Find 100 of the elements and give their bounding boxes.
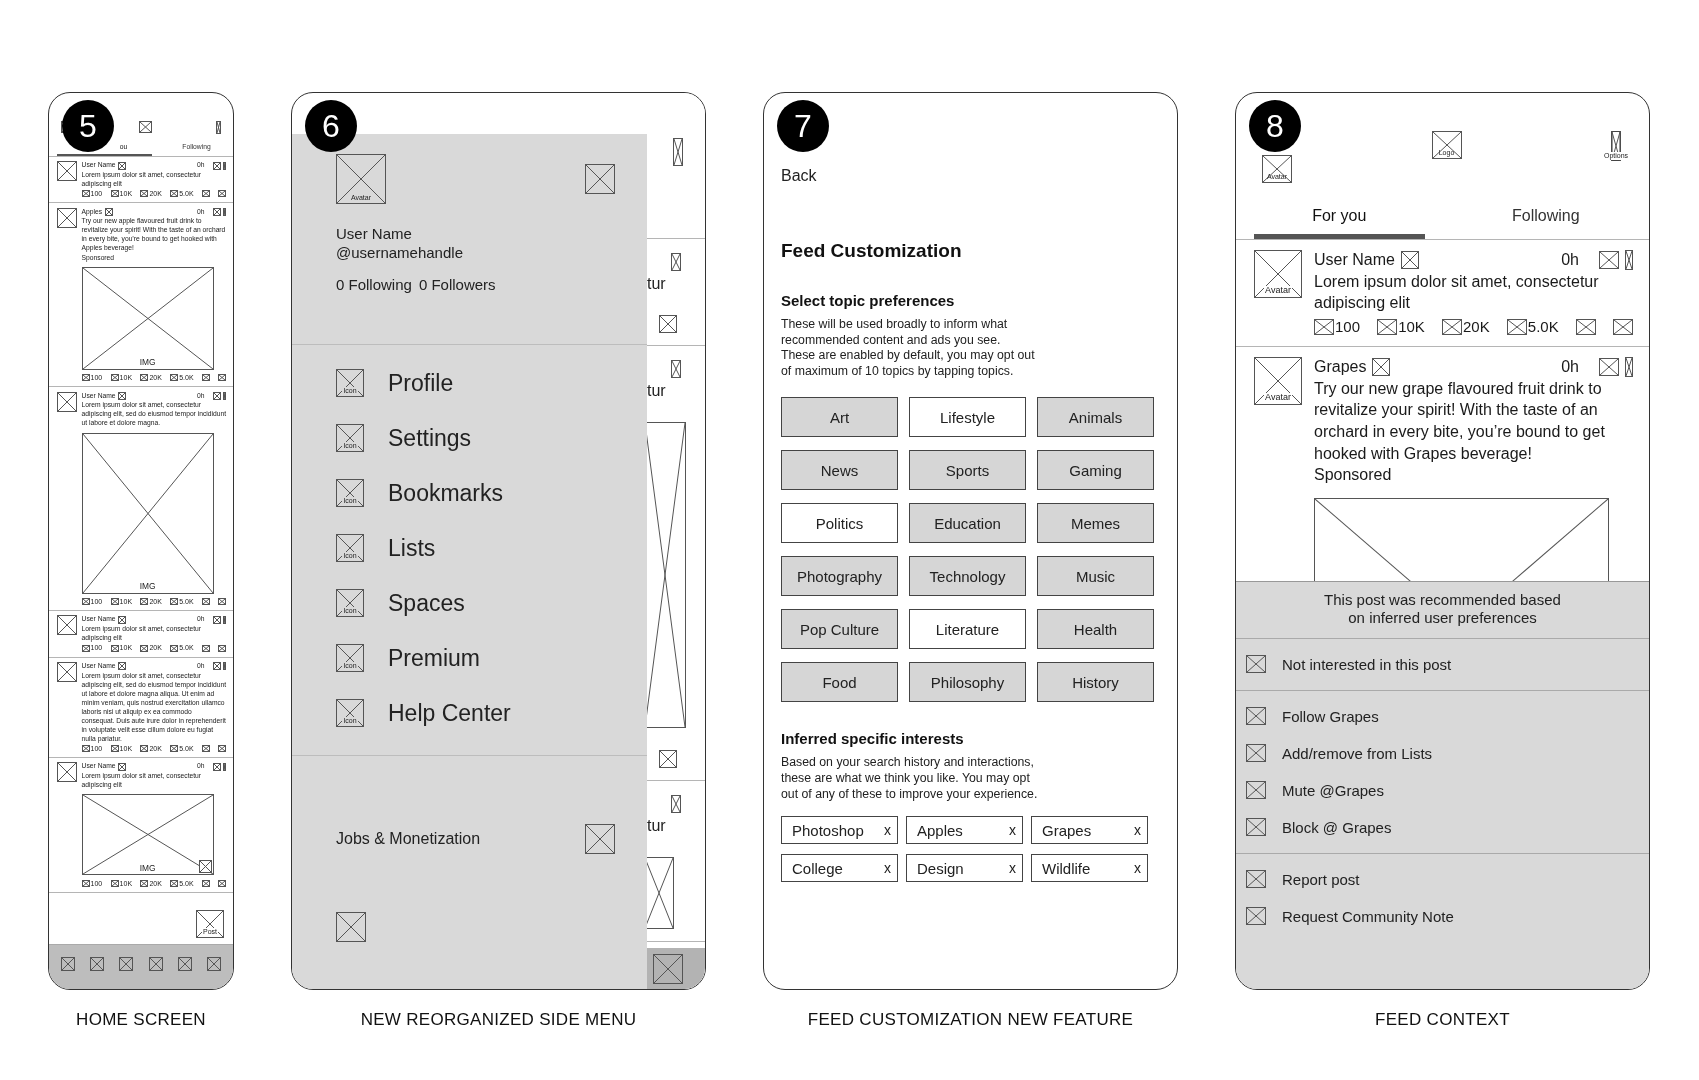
options-icon[interactable] [223,391,227,400]
stat-icon[interactable] [140,598,149,606]
stat-icon[interactable] [81,374,90,382]
more-icon[interactable] [1599,358,1619,377]
more-icon[interactable] [212,615,221,624]
remove-button[interactable]: x [1134,822,1141,839]
options-icon[interactable] [223,762,227,771]
share-icon[interactable] [218,644,227,652]
stat-icon[interactable] [170,190,179,198]
share-icon[interactable] [218,745,227,753]
options-icon[interactable] [216,120,221,134]
topic-chip[interactable]: Gaming [1037,450,1154,491]
topic-chip[interactable]: History [1037,662,1154,703]
followers-count[interactable]: 0 Followers [418,276,496,293]
nav-icon[interactable] [61,957,75,971]
remove-button[interactable]: x [1009,860,1016,877]
topic-chip[interactable]: Education [909,503,1026,544]
more-icon[interactable] [212,207,221,216]
remove-button[interactable]: x [884,822,891,839]
stat-icon[interactable] [81,598,90,606]
topic-chip[interactable]: Art [781,397,898,438]
nav-icon[interactable] [177,957,192,971]
topic-chip[interactable]: Music [1037,556,1154,597]
bookmark-icon[interactable] [201,880,210,888]
stat-icon[interactable] [81,745,90,753]
topic-chip[interactable]: Memes [1037,503,1154,544]
topic-chip[interactable]: Health [1037,609,1154,650]
topic-chip[interactable]: Pop Culture [781,609,898,650]
share-icon[interactable] [218,880,227,888]
menu-item[interactable]: Mute @Grapes [1246,779,1649,801]
topic-chip[interactable]: Technology [909,556,1026,597]
back-link[interactable]: Back [781,167,817,185]
remove-button[interactable]: x [1009,822,1016,839]
options-icon[interactable] [223,662,227,671]
stat-icon[interactable] [170,374,179,382]
options-icon[interactable] [223,207,227,216]
stat-icon[interactable] [170,880,179,888]
bookmark-icon[interactable] [201,190,210,198]
stat-icon[interactable] [140,880,149,888]
topic-chip[interactable]: Philosophy [909,662,1026,703]
stat-icon[interactable] [140,190,149,198]
post-button[interactable] [653,953,683,984]
remove-button[interactable]: x [1134,860,1141,877]
stat-icon[interactable] [170,598,179,606]
stat-icon[interactable] [110,190,119,198]
share-icon[interactable] [218,190,227,198]
menu-item[interactable]: Jobs & Monetization [336,830,481,848]
stat-icon[interactable] [1442,319,1462,335]
topic-chip[interactable]: Food [781,662,898,703]
share-icon[interactable] [218,374,227,382]
topic-chip[interactable]: Animals [1037,397,1154,438]
mode-toggle-icon[interactable] [336,912,366,942]
stat-icon[interactable] [110,598,119,606]
post-card[interactable]: Avatar User Name 0h Lorem ipsum dolor sit amet, consectetur adipiscing elit 100 10K 20K 5.0K [1236,240,1649,347]
topic-chip[interactable]: News [781,450,898,491]
nav-icon[interactable] [148,957,163,971]
bookmark-icon[interactable] [1575,319,1596,335]
more-icon[interactable] [212,391,221,400]
stat-icon[interactable] [1377,319,1398,335]
more-icon[interactable] [212,161,221,170]
nav-icon[interactable] [206,957,221,971]
bookmark-icon[interactable] [201,598,210,606]
stat-icon[interactable] [1314,319,1334,335]
stat-icon[interactable] [140,745,149,753]
stat-icon[interactable] [81,190,90,198]
accounts-icon[interactable] [585,164,615,194]
stat-icon[interactable] [110,644,119,652]
stat-icon[interactable] [110,374,119,382]
more-icon[interactable] [1599,251,1619,270]
menu-item[interactable]: Request Community Note [1246,905,1649,927]
nav-icon[interactable] [90,957,105,971]
more-icon[interactable] [212,662,221,671]
menu-item[interactable]: Report post [1246,868,1649,890]
topic-chip[interactable]: Literature [909,609,1026,650]
topic-chip[interactable]: Politics [781,503,898,544]
menu-item[interactable]: Not interested in this post [1246,653,1649,675]
menu-item[interactable]: Add/remove from Lists [1246,742,1649,764]
topic-chip[interactable]: Sports [909,450,1026,491]
menu-item[interactable]: Block @ Grapes [1246,816,1649,838]
options-icon[interactable] [1625,250,1633,271]
options-icon[interactable] [223,615,227,624]
topic-chip[interactable]: Photography [781,556,898,597]
nav-icon[interactable] [119,957,134,971]
remove-button[interactable]: x [884,860,891,877]
feed-tab[interactable]: For you [1308,205,1371,227]
stat-icon[interactable] [170,745,179,753]
options-icon[interactable] [1625,357,1633,378]
options-icon[interactable] [223,161,227,170]
stat-icon[interactable] [81,644,90,652]
bookmark-icon[interactable] [201,745,210,753]
more-icon[interactable] [212,762,221,771]
bookmark-icon[interactable] [201,644,210,652]
bookmark-icon[interactable] [201,374,210,382]
stat-icon[interactable] [140,374,149,382]
menu-item[interactable]: Follow Grapes [1246,705,1649,727]
feed-tab[interactable]: Following [1507,205,1584,227]
following-count[interactable]: 0 Following [336,276,412,293]
stat-icon[interactable] [170,644,179,652]
dropdown-icon[interactable] [585,824,615,854]
stat-icon[interactable] [110,745,119,753]
